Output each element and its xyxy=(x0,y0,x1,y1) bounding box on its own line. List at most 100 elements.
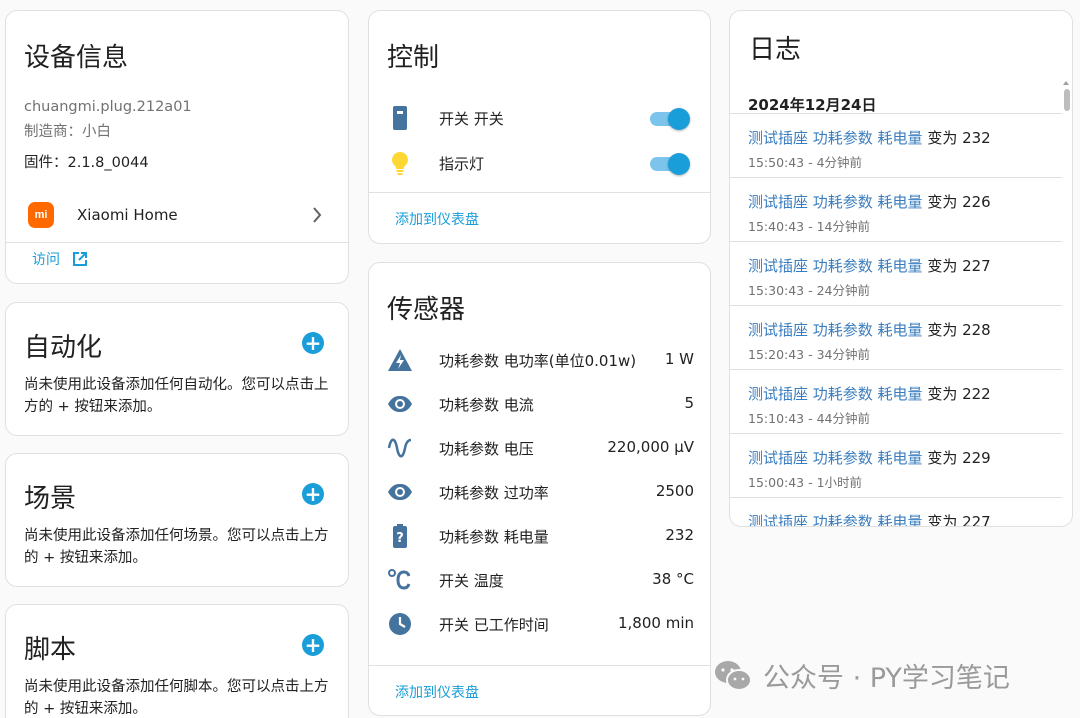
eye-icon xyxy=(388,396,412,412)
watermark-text: 公众号 · PY学习笔记 xyxy=(763,663,1010,694)
log-change: 变为 222 xyxy=(922,385,991,403)
sensor-row[interactable]: ? 功耗参数 耗电量 232 xyxy=(369,515,710,559)
svg-text:?: ? xyxy=(396,531,404,546)
log-entity-link[interactable]: 测试插座 功耗参数 耗电量 xyxy=(748,321,923,339)
log-entity-link[interactable]: 测试插座 功耗参数 耗电量 xyxy=(748,257,923,275)
logbook-card: 日志 2024年12月24日 测试插座 功耗参数 耗电量 变为 232 15:5… xyxy=(729,10,1073,527)
sensor-row[interactable]: 功耗参数 电压 220,000 μV xyxy=(369,427,710,471)
log-entity-link[interactable]: 测试插座 功耗参数 耗电量 xyxy=(748,129,923,147)
sensor-title: 传感器 xyxy=(387,295,466,325)
sensor-row[interactable]: 功耗参数 电流 5 xyxy=(369,383,710,427)
device-manufacturer: 制造商：小白 xyxy=(24,124,111,140)
script-card: 脚本 + 尚未使用此设备添加任何脚本。您可以点击上方的 + 按钮来添加。 xyxy=(5,604,349,718)
add-scene-button[interactable]: + xyxy=(302,483,324,505)
divider xyxy=(369,665,710,666)
sensor-card: 传感器 功耗参数 电功率(单位0.01w) 1 W 功耗参数 电流 5 功耗参数… xyxy=(368,262,711,716)
eye-icon xyxy=(388,484,412,500)
sensor-label: 功耗参数 过功率 xyxy=(439,484,549,502)
log-entry: 测试插座 功耗参数 耗电量 变为 227 xyxy=(730,497,1062,527)
scene-card: 场景 + 尚未使用此设备添加任何场景。您可以点击上方的 + 按钮来添加。 xyxy=(5,453,349,587)
sensor-row[interactable]: 开关 温度 38 °C xyxy=(369,559,710,603)
logbook-list[interactable]: 2024年12月24日 测试插座 功耗参数 耗电量 变为 232 15:50:4… xyxy=(730,77,1072,527)
log-entity-link[interactable]: 测试插座 功耗参数 耗电量 xyxy=(748,513,923,526)
wechat-icon xyxy=(715,660,752,691)
open-in-new-icon xyxy=(73,252,87,266)
sensor-label: 功耗参数 耗电量 xyxy=(439,528,549,546)
script-description: 尚未使用此设备添加任何脚本。您可以点击上方的 + 按钮来添加。 xyxy=(24,679,329,717)
log-change: 变为 226 xyxy=(922,193,991,211)
log-time: 15:50:43 - 4分钟前 xyxy=(748,155,863,170)
sensor-value: 232 xyxy=(665,526,694,544)
sensor-value: 220,000 μV xyxy=(607,438,694,456)
battery-unknown-icon: ? xyxy=(393,524,407,548)
switch-toggle[interactable] xyxy=(650,108,690,130)
indicator-toggle[interactable] xyxy=(650,153,690,175)
log-time: 15:20:43 - 34分钟前 xyxy=(748,347,871,362)
device-info-title: 设备信息 xyxy=(24,43,129,73)
log-entity-link[interactable]: 测试插座 功耗参数 耗电量 xyxy=(748,385,923,403)
sensor-label: 开关 已工作时间 xyxy=(439,616,549,634)
control-label: 开关 开关 xyxy=(439,110,504,128)
sensor-row[interactable]: 功耗参数 过功率 2500 xyxy=(369,471,710,515)
automation-description: 尚未使用此设备添加任何自动化。您可以点击上方的 + 按钮来添加。 xyxy=(24,377,329,415)
log-time: 15:40:43 - 14分钟前 xyxy=(748,219,871,234)
log-change: 变为 227 xyxy=(922,257,991,275)
control-row-switch[interactable]: 开关 开关 xyxy=(369,97,710,141)
temperature-celsius-icon xyxy=(388,569,411,590)
log-change: 变为 229 xyxy=(922,449,991,467)
scene-description: 尚未使用此设备添加任何场景。您可以点击上方的 + 按钮来添加。 xyxy=(24,528,329,566)
chevron-right-icon xyxy=(313,207,322,223)
sensor-label: 功耗参数 电流 xyxy=(439,396,534,414)
control-row-indicator[interactable]: 指示灯 xyxy=(369,142,710,186)
log-entry: 测试插座 功耗参数 耗电量 变为 232 15:50:43 - 4分钟前 xyxy=(730,113,1062,177)
clock-icon xyxy=(389,613,411,635)
sine-wave-icon xyxy=(387,438,412,458)
power-socket-icon xyxy=(393,106,407,130)
lightbulb-icon xyxy=(392,152,408,175)
visit-label: 访问 xyxy=(32,252,60,268)
log-change: 变为 228 xyxy=(922,321,991,339)
divider xyxy=(369,192,710,193)
device-info-card: 设备信息 chuangmi.plug.212a01 制造商：小白 固件：2.1.… xyxy=(5,10,349,284)
log-entry: 测试插座 功耗参数 耗电量 变为 226 15:40:43 - 14分钟前 xyxy=(730,177,1062,241)
integration-row[interactable]: mi Xiaomi Home xyxy=(6,189,348,243)
add-to-dashboard-button[interactable]: 添加到仪表盘 xyxy=(395,682,479,702)
log-entry: 测试插座 功耗参数 耗电量 变为 229 15:00:43 - 1小时前 xyxy=(730,433,1062,497)
plus-icon: + xyxy=(304,633,322,657)
sensor-label: 功耗参数 电功率(单位0.01w) xyxy=(439,352,637,370)
log-time: 15:10:43 - 44分钟前 xyxy=(748,411,871,426)
sensor-value: 1 W xyxy=(664,350,694,368)
xiaomi-logo-icon: mi xyxy=(28,202,54,228)
log-date-header: 2024年12月24日 xyxy=(748,96,877,114)
log-entity-link[interactable]: 测试插座 功耗参数 耗电量 xyxy=(748,193,923,211)
integration-name: Xiaomi Home xyxy=(77,206,178,224)
log-time: 15:30:43 - 24分钟前 xyxy=(748,283,871,298)
log-entity-link[interactable]: 测试插座 功耗参数 耗电量 xyxy=(748,449,923,467)
control-label: 指示灯 xyxy=(439,155,485,173)
sensor-row[interactable]: 功耗参数 电功率(单位0.01w) 1 W xyxy=(369,339,710,383)
device-firmware: 固件：2.1.8_0044 xyxy=(24,155,149,171)
automation-card: 自动化 + 尚未使用此设备添加任何自动化。您可以点击上方的 + 按钮来添加。 xyxy=(5,302,349,436)
plus-icon: + xyxy=(304,482,322,506)
visit-link[interactable]: 访问 xyxy=(32,249,88,269)
script-title: 脚本 xyxy=(24,635,77,665)
control-card: 控制 开关 开关 指示灯 添加到仪表盘 xyxy=(368,10,711,244)
add-to-dashboard-button[interactable]: 添加到仪表盘 xyxy=(395,209,479,229)
sensor-row[interactable]: 开关 已工作时间 1,800 min xyxy=(369,603,710,647)
log-entry: 测试插座 功耗参数 耗电量 变为 222 15:10:43 - 44分钟前 xyxy=(730,369,1062,433)
add-script-button[interactable]: + xyxy=(302,634,324,656)
device-model: chuangmi.plug.212a01 xyxy=(24,99,192,115)
sensor-value: 38 °C xyxy=(652,570,694,588)
plus-icon: + xyxy=(304,331,322,355)
log-change: 变为 232 xyxy=(922,129,991,147)
log-entry: 测试插座 功耗参数 耗电量 变为 228 15:20:43 - 34分钟前 xyxy=(730,305,1062,369)
automation-title: 自动化 xyxy=(24,333,103,363)
watermark: 公众号 · PY学习笔记 xyxy=(713,656,1010,695)
add-automation-button[interactable]: + xyxy=(302,332,324,354)
logbook-title: 日志 xyxy=(749,35,802,65)
sensor-value: 2500 xyxy=(655,482,694,500)
flash-triangle-icon xyxy=(388,349,412,371)
sensor-value: 1,800 min xyxy=(618,614,694,632)
log-time: 15:00:43 - 1小时前 xyxy=(748,475,863,490)
log-change: 变为 227 xyxy=(922,513,991,527)
